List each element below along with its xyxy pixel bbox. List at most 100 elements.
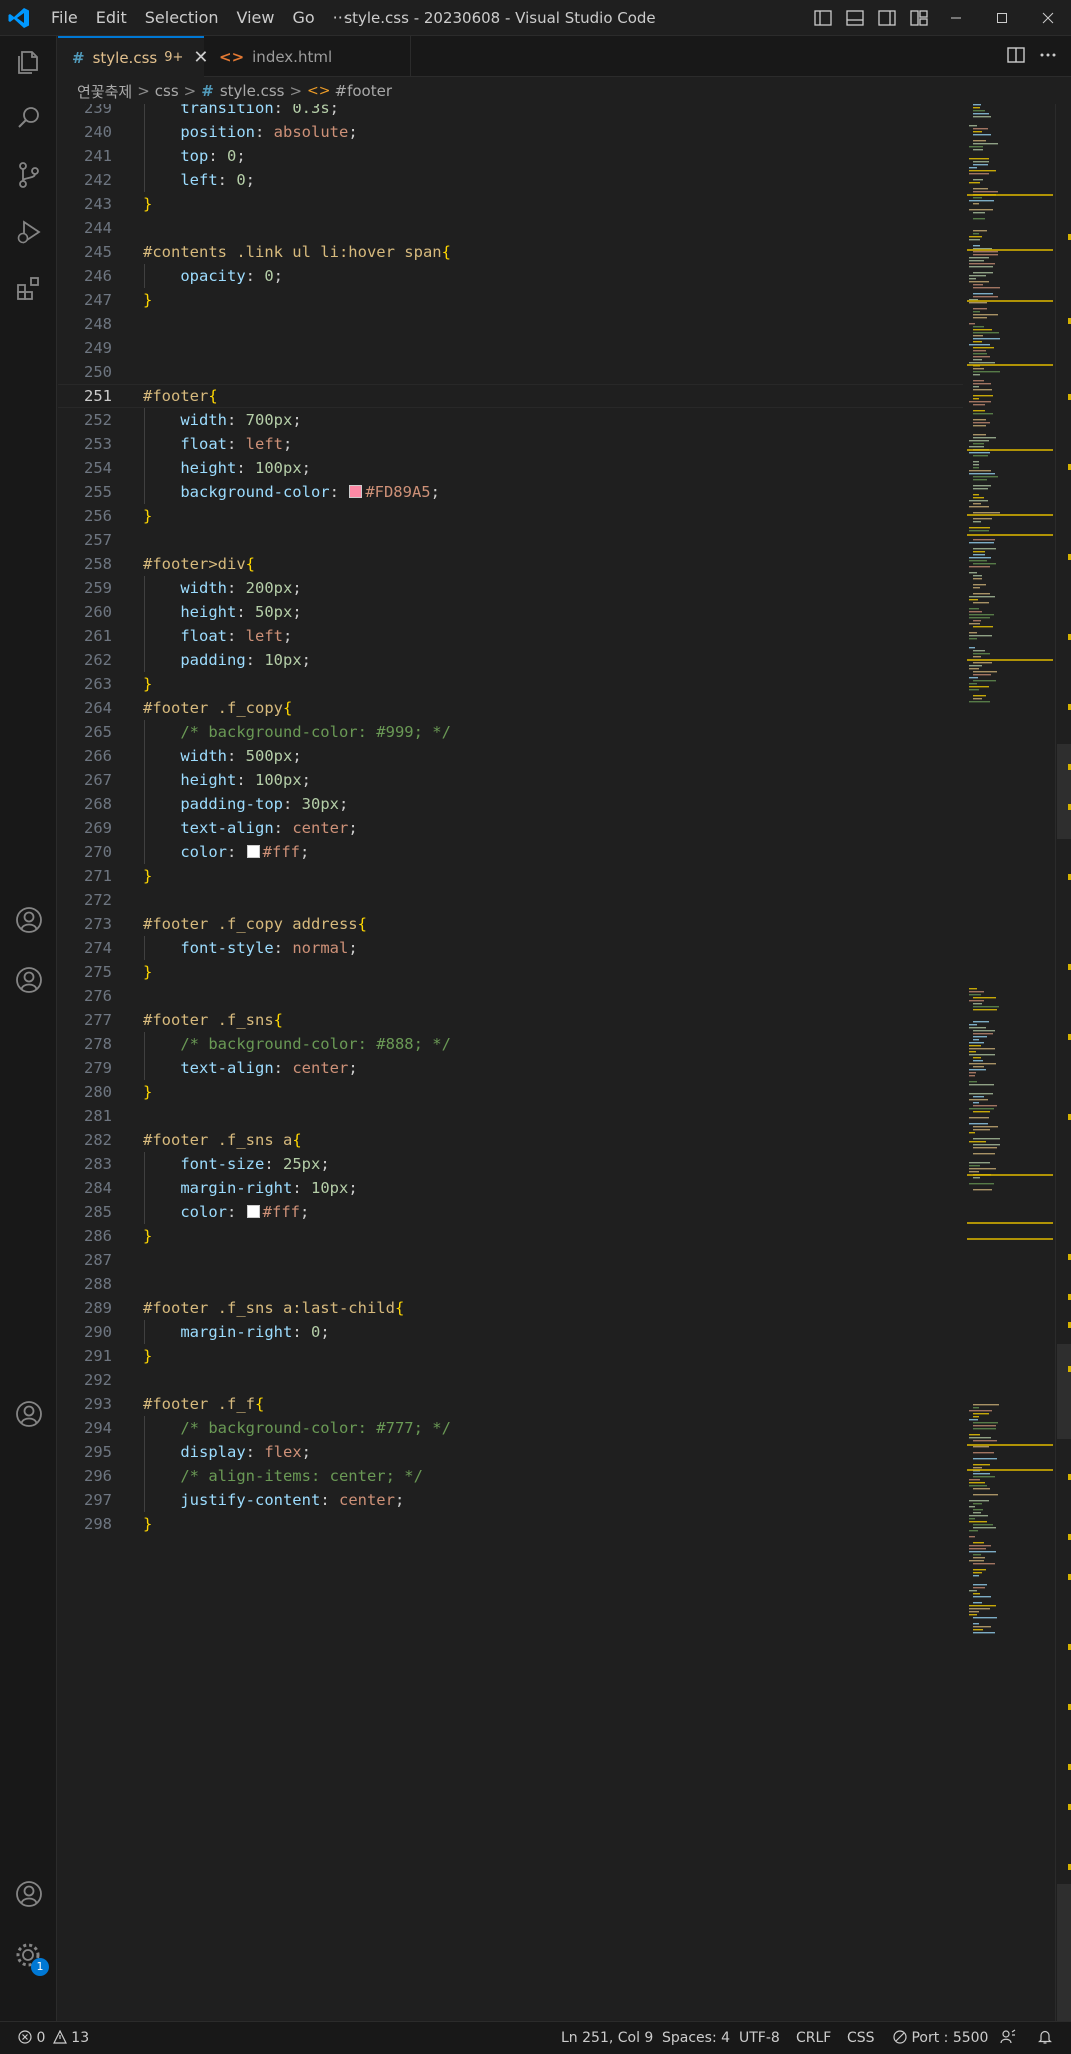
accounts-icon[interactable] — [0, 1868, 57, 1920]
menu-file[interactable]: File — [42, 0, 87, 36]
close-window-icon[interactable] — [1025, 0, 1071, 36]
code-line[interactable]: 268 padding-top: 30px; — [58, 792, 963, 816]
code-line[interactable]: 278 /* background-color: #888; */ — [58, 1032, 963, 1056]
color-swatch-icon[interactable] — [349, 485, 363, 498]
code-line[interactable]: 281 — [58, 1104, 963, 1128]
breadcrumb-folder[interactable]: 연꽃축제 — [77, 81, 132, 102]
code-line[interactable]: 246 opacity: 0; — [58, 264, 963, 288]
code-line[interactable]: 276 — [58, 984, 963, 1008]
language-mode[interactable]: CSS — [847, 2022, 875, 2054]
code-line[interactable]: 297 justify-content: center; — [58, 1488, 963, 1512]
scrollbar-thumb[interactable] — [1057, 1344, 1071, 1439]
code-line[interactable]: 291} — [58, 1344, 963, 1368]
cursor-position[interactable]: Ln 251, Col 9 — [561, 2022, 653, 2054]
code-line[interactable]: 251 #footer{ — [58, 384, 963, 408]
code-line[interactable]: 279 text-align: center; — [58, 1056, 963, 1080]
code-line[interactable]: 243} — [58, 192, 963, 216]
code-line[interactable]: 283 font-size: 25px; — [58, 1152, 963, 1176]
code-line[interactable]: 258 #footer>div{ — [58, 552, 963, 576]
toggle-primary-sidebar-icon[interactable] — [810, 5, 836, 31]
maximize-icon[interactable] — [979, 0, 1025, 36]
run-and-debug-icon[interactable] — [0, 206, 57, 258]
code-line[interactable]: 256} — [58, 504, 963, 528]
breadcrumb-symbol[interactable]: #footer — [335, 82, 392, 100]
code-line[interactable]: 257 — [58, 528, 963, 552]
problems-indicator[interactable]: 0 13 — [18, 2022, 89, 2054]
code-line[interactable]: 298} — [58, 1512, 963, 1536]
toggle-secondary-sidebar-icon[interactable] — [874, 5, 900, 31]
source-control-icon[interactable] — [0, 149, 57, 201]
code-line[interactable]: 273 #footer .f_copy address{ — [58, 912, 963, 936]
code-line[interactable]: 262 padding: 10px; — [58, 648, 963, 672]
code-line[interactable]: 252 width: 700px; — [58, 408, 963, 432]
code-line[interactable]: 294 /* background-color: #777; */ — [58, 1416, 963, 1440]
minimap[interactable] — [963, 104, 1055, 2021]
code-line[interactable]: 275} — [58, 960, 963, 984]
code-line[interactable]: 267 height: 100px; — [58, 768, 963, 792]
code-line[interactable]: 245 #contents .link ul li:hover span{ — [58, 240, 963, 264]
code-line[interactable]: 253 float: left; — [58, 432, 963, 456]
extensions-icon[interactable] — [0, 262, 57, 314]
notifications-bell-icon[interactable] — [1037, 2022, 1053, 2054]
indentation[interactable]: Spaces: 4 — [662, 2022, 730, 2054]
scrollbar-thumb[interactable] — [1057, 744, 1071, 839]
code-line[interactable]: 288 — [58, 1272, 963, 1296]
code-line[interactable]: 292 — [58, 1368, 963, 1392]
code-line[interactable]: 242 left: 0; — [58, 168, 963, 192]
code-editor[interactable]: 239 transition: 0.3s; 240 position: absol… — [58, 104, 963, 2021]
search-icon[interactable] — [0, 92, 57, 144]
menu-view[interactable]: View — [228, 0, 284, 36]
scrollbar-thumb[interactable] — [1057, 1884, 1071, 2021]
code-line[interactable]: 272 — [58, 888, 963, 912]
account-icon[interactable] — [0, 1388, 57, 1440]
code-line[interactable]: 289 #footer .f_sns a:last-child{ — [58, 1296, 963, 1320]
tab-index-html[interactable]: <> index.html — [205, 36, 411, 77]
code-line[interactable]: 266 width: 500px; — [58, 744, 963, 768]
manage-gear-icon[interactable]: 1 — [0, 1930, 57, 1982]
code-line[interactable]: 239 transition: 0.3s; — [58, 104, 963, 120]
end-of-line[interactable]: CRLF — [796, 2022, 831, 2054]
code-line[interactable]: 260 height: 50px; — [58, 600, 963, 624]
split-editor-icon[interactable] — [1007, 46, 1025, 67]
code-line[interactable]: 270 color: #fff; — [58, 840, 963, 864]
toggle-panel-icon[interactable] — [842, 5, 868, 31]
code-line[interactable]: 265 /* background-color: #999; */ — [58, 720, 963, 744]
code-line[interactable]: 247} — [58, 288, 963, 312]
breadcrumb-subfolder[interactable]: css — [155, 82, 179, 100]
color-swatch-icon[interactable] — [246, 845, 260, 858]
code-line[interactable]: 284 margin-right: 10px; — [58, 1176, 963, 1200]
code-line[interactable]: 269 text-align: center; — [58, 816, 963, 840]
code-line[interactable]: 244 — [58, 216, 963, 240]
code-line[interactable]: 280} — [58, 1080, 963, 1104]
live-server-port[interactable]: Port : 5500 — [893, 2022, 988, 2054]
code-line[interactable]: 290 margin-right: 0; — [58, 1320, 963, 1344]
code-line[interactable]: 271} — [58, 864, 963, 888]
more-actions-icon[interactable] — [1039, 47, 1057, 67]
account-icon[interactable] — [0, 954, 57, 1006]
code-line[interactable]: 274 font-style: normal; — [58, 936, 963, 960]
code-line[interactable]: 277 #footer .f_sns{ — [58, 1008, 963, 1032]
code-line[interactable]: 296 /* align-items: center; */ — [58, 1464, 963, 1488]
minimize-icon[interactable] — [933, 0, 979, 36]
code-line[interactable]: 250 — [58, 360, 963, 384]
code-line[interactable]: 249 — [58, 336, 963, 360]
encoding[interactable]: UTF-8 — [739, 2022, 780, 2054]
explorer-icon[interactable] — [0, 36, 57, 88]
feedback-icon[interactable] — [1000, 2022, 1016, 2054]
code-line[interactable]: 240 position: absolute; — [58, 120, 963, 144]
customize-layout-icon[interactable] — [906, 5, 932, 31]
breadcrumb-file[interactable]: style.css — [220, 82, 285, 100]
editor-scrollbar[interactable] — [1055, 104, 1071, 2021]
menu-edit[interactable]: Edit — [87, 0, 136, 36]
code-line[interactable]: 259 width: 200px; — [58, 576, 963, 600]
code-line[interactable]: 248 — [58, 312, 963, 336]
code-line[interactable]: 295 display: flex; — [58, 1440, 963, 1464]
color-swatch-icon[interactable] — [246, 1205, 260, 1218]
account-icon[interactable] — [0, 894, 57, 946]
code-line[interactable]: 264 #footer .f_copy{ — [58, 696, 963, 720]
code-line[interactable]: 254 height: 100px; — [58, 456, 963, 480]
code-line[interactable]: 261 float: left; — [58, 624, 963, 648]
menu-selection[interactable]: Selection — [136, 0, 228, 36]
code-line[interactable]: 285 color: #fff; — [58, 1200, 963, 1224]
code-line[interactable]: 263} — [58, 672, 963, 696]
